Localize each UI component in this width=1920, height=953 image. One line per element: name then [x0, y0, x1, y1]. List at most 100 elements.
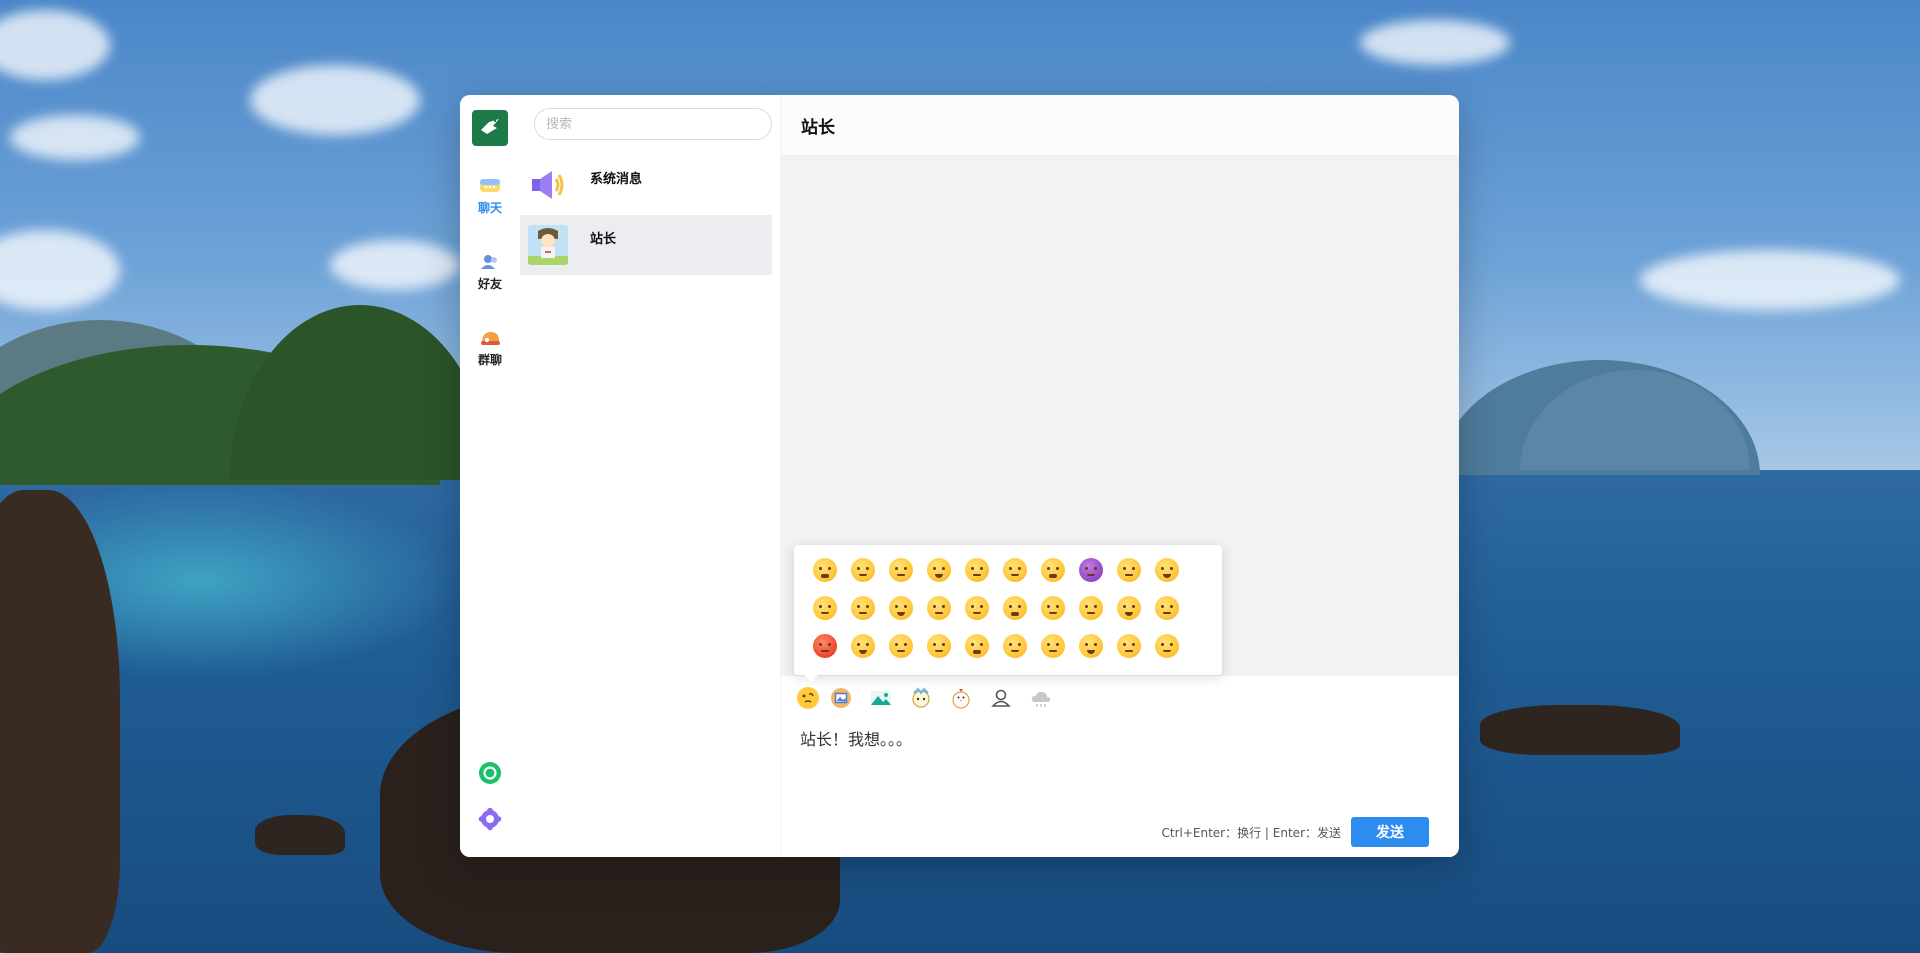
green-circle-icon — [479, 762, 501, 784]
megaphone-icon — [532, 171, 564, 199]
image-button[interactable] — [828, 685, 854, 711]
emoji-face-icon — [813, 634, 837, 658]
chicken-sticker-button[interactable] — [948, 685, 974, 711]
rail-item-groups-label: 群聊 — [477, 353, 502, 367]
picture-button[interactable] — [868, 685, 894, 711]
emoji-item[interactable] — [1000, 631, 1030, 661]
emoji-item[interactable] — [848, 555, 878, 585]
user-card-button[interactable] — [988, 685, 1014, 711]
emoji-button[interactable] — [795, 685, 821, 711]
emoji-item[interactable] — [1038, 593, 1068, 623]
rail-item-chat-label: 聊天 — [477, 201, 502, 215]
conversation-item-admin[interactable]: 站长 — [520, 215, 772, 275]
emoji-face-icon — [1003, 634, 1027, 658]
emoji-face-icon — [1041, 558, 1065, 582]
emoji-item[interactable] — [886, 631, 916, 661]
emoji-item[interactable] — [886, 593, 916, 623]
emoji-item[interactable] — [810, 593, 840, 623]
user-outline-icon — [991, 689, 1011, 707]
emoji-face-icon — [1079, 558, 1103, 582]
chat-header: 站长 — [781, 95, 1459, 155]
emoji-item[interactable] — [886, 555, 916, 585]
character-avatar-image — [528, 225, 568, 265]
emoji-item[interactable] — [810, 555, 840, 585]
wallpaper-cloud — [10, 115, 140, 160]
cloud-button[interactable] — [1028, 685, 1054, 711]
search-input[interactable] — [534, 108, 772, 140]
emoji-face-icon — [1155, 596, 1179, 620]
emoji-face-icon — [965, 558, 989, 582]
emoji-item[interactable] — [962, 555, 992, 585]
emoji-face-icon — [797, 687, 819, 709]
emoji-item[interactable] — [1152, 631, 1182, 661]
wallpaper-rock — [255, 815, 345, 855]
nav-rail: 聊天 好友 群聊 — [460, 95, 521, 857]
app-logo-bird-icon — [481, 119, 499, 134]
emoji-item[interactable] — [924, 555, 954, 585]
emoji-face-icon — [1079, 634, 1103, 658]
emoji-item[interactable] — [1152, 593, 1182, 623]
image-frame-icon — [831, 688, 851, 708]
conversation-name: 系统消息 — [590, 172, 643, 187]
megaphone-avatar — [528, 165, 568, 205]
friends-icon — [481, 255, 497, 269]
app-logo[interactable] — [472, 110, 508, 146]
emoji-face-icon — [851, 558, 875, 582]
emoji-item[interactable] — [924, 593, 954, 623]
wallpaper-cloud — [250, 65, 420, 135]
emoji-face-icon — [965, 634, 989, 658]
group-chat-icon — [481, 332, 500, 345]
emoji-face-icon — [889, 634, 913, 658]
emoji-item[interactable] — [962, 631, 992, 661]
emoji-face-icon — [889, 596, 913, 620]
emoji-face-icon — [851, 596, 875, 620]
settings-button[interactable] — [478, 807, 502, 831]
composer: 站长！我想。。。 Ctrl+Enter：换行 | Enter：发送 发送 — [781, 676, 1459, 857]
rail-item-chat[interactable]: 聊天 — [460, 175, 520, 216]
emoji-item[interactable] — [1076, 555, 1106, 585]
emoji-item[interactable] — [924, 631, 954, 661]
emoji-face-icon — [1155, 634, 1179, 658]
emoji-item[interactable] — [1114, 593, 1144, 623]
emoji-item[interactable] — [1000, 555, 1030, 585]
sticker-button[interactable] — [908, 685, 934, 711]
emoji-face-icon — [1155, 558, 1179, 582]
emoji-item[interactable] — [810, 631, 840, 661]
wallpaper-cloud — [1360, 20, 1510, 65]
emoji-item[interactable] — [1076, 631, 1106, 661]
emoji-face-icon — [851, 634, 875, 658]
emoji-item[interactable] — [848, 631, 878, 661]
rail-item-groups[interactable]: 群聊 — [460, 327, 520, 368]
rail-item-friends-label: 好友 — [477, 277, 502, 291]
conversation-item-system[interactable]: 系统消息 — [520, 155, 772, 215]
emoji-face-icon — [927, 596, 951, 620]
chat-main: 站长 站长！我想。。。 Ctrl+Enter：换行 | Enter：发送 发送 — [781, 95, 1459, 857]
shortcut-hint: Ctrl+Enter：换行 | Enter：发送 — [1161, 826, 1342, 840]
emoji-item[interactable] — [1076, 593, 1106, 623]
chat-window: 聊天 好友 群聊 搜索 系统消息 站长 站长 站长！我想。。。 Ctrl+Ent… — [460, 95, 1459, 857]
emoji-item[interactable] — [1038, 631, 1068, 661]
chat-title: 站长 — [801, 118, 835, 138]
send-button[interactable]: 发送 — [1351, 817, 1429, 847]
emoji-item[interactable] — [1000, 593, 1030, 623]
emoji-face-icon — [813, 596, 837, 620]
emoji-item[interactable] — [1038, 555, 1068, 585]
emoji-item[interactable] — [1152, 555, 1182, 585]
sticker-icon — [912, 687, 930, 708]
character-avatar — [528, 225, 568, 265]
emoji-item[interactable] — [848, 593, 878, 623]
wallpaper-rock — [1480, 705, 1680, 755]
emoji-face-icon — [1041, 596, 1065, 620]
chat-bubbles-icon — [480, 179, 500, 192]
emoji-face-icon — [1117, 634, 1141, 658]
emoji-item[interactable] — [1114, 555, 1144, 585]
chicken-icon — [952, 689, 970, 709]
emoji-face-icon — [927, 558, 951, 582]
rail-item-friends[interactable]: 好友 — [460, 251, 520, 292]
emoji-face-icon — [889, 558, 913, 582]
message-input[interactable]: 站长！我想。。。 — [798, 724, 1442, 798]
emoji-item[interactable] — [1114, 631, 1144, 661]
status-circle-button[interactable] — [478, 761, 502, 785]
emoji-item[interactable] — [962, 593, 992, 623]
emoji-face-icon — [1117, 596, 1141, 620]
